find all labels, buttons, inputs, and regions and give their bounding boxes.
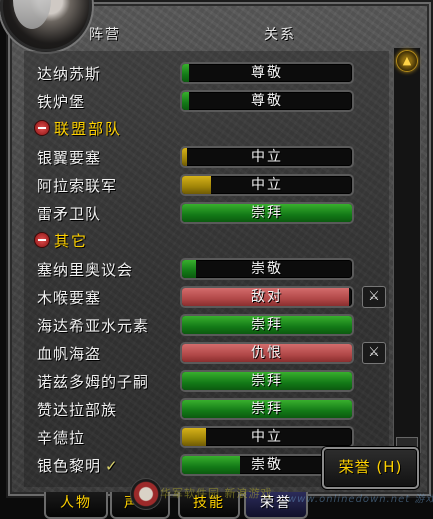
faction-name-text: 木喉要塞 (37, 289, 102, 307)
reputation-bar: 崇敬 (180, 258, 354, 280)
faction-name: 赞达拉部族 (37, 399, 117, 420)
faction-row[interactable]: 木喉要塞 敌对 (27, 284, 357, 308)
faction-row[interactable]: 诺兹多姆的子嗣 崇拜 (27, 368, 357, 392)
faction-row[interactable]: 辛德拉 中立 (27, 424, 357, 448)
faction-name: 血帆海盗 (37, 343, 101, 364)
standing-label: 中立 (251, 429, 283, 445)
at-war-swords-icon[interactable]: ⚔ (362, 342, 386, 364)
faction-row[interactable]: 阿拉索联军 中立 (27, 172, 357, 196)
faction-row[interactable]: 塞纳里奥议会 崇敬 (27, 256, 357, 280)
pet-emblem-icon (130, 478, 162, 510)
faction-name-text: 达纳苏斯 (37, 65, 102, 83)
faction-name: 辛德拉 (37, 427, 85, 448)
faction-name-text: 诺兹多姆的子嗣 (37, 373, 150, 391)
faction-name-text: 海达希亚水元素 (37, 317, 150, 335)
honor-button[interactable]: 荣誉 (H) (322, 447, 419, 489)
collapse-minus-icon[interactable] (34, 232, 50, 248)
faction-row[interactable]: 海达希亚水元素 崇拜 (27, 312, 357, 336)
portrait-hair (13, 0, 51, 29)
standing-label: 中立 (251, 177, 283, 193)
faction-column-header: 阵营 (89, 27, 121, 43)
faction-name-text: 银色黎明 (37, 457, 102, 475)
faction-row[interactable]: 血帆海盗 仇恨 (27, 340, 357, 364)
standing-label: 中立 (251, 149, 283, 165)
relation-column-header: 关系 (264, 27, 296, 43)
standing-label: 仇恨 (251, 345, 283, 361)
reputation-bar: 仇恨 (180, 342, 354, 364)
faction-name-text: 银翼要塞 (37, 149, 102, 167)
reputation-bar: 崇拜 (180, 398, 354, 420)
standing-label: 崇拜 (251, 317, 283, 333)
watermark-text: 华军软件园 新浪游戏 (160, 487, 273, 500)
reputation-bar: 中立 (180, 174, 354, 196)
collapse-minus-icon[interactable] (34, 120, 50, 136)
reputation-bar: 尊敬 (180, 90, 354, 112)
faction-name-text: 阿拉索联军 (37, 177, 118, 195)
category-header-label: 其它 (54, 232, 89, 250)
faction-row[interactable]: 银翼要塞 中立 (27, 144, 357, 168)
standing-label: 崇拜 (251, 401, 283, 417)
faction-name-text: 血帆海盗 (37, 345, 102, 363)
faction-name-text: 铁炉堡 (37, 93, 86, 111)
faction-row[interactable]: 银色黎明 ✓ 崇敬 (27, 452, 357, 476)
scrollbar[interactable] (393, 47, 421, 453)
faction-row[interactable]: 雷矛卫队 崇拜 (27, 200, 357, 224)
reputation-bar: 中立 (180, 146, 354, 168)
standing-label: 崇拜 (251, 373, 283, 389)
watched-check-icon: ✓ (105, 457, 119, 475)
faction-name: 木喉要塞 (37, 287, 101, 308)
reputation-bar: 崇拜 (180, 314, 354, 336)
scroll-up-icon[interactable]: ▲ (396, 50, 418, 72)
tab-character[interactable]: 人物 (44, 492, 108, 519)
faction-row[interactable]: 铁炉堡 尊敬 (27, 88, 357, 112)
faction-name-text: 雷矛卫队 (37, 205, 102, 223)
faction-name: 阿拉索联军 (37, 175, 117, 196)
standing-label: 尊敬 (251, 93, 283, 109)
faction-name: 铁炉堡 (37, 91, 85, 112)
faction-name: 银色黎明 ✓ (37, 455, 119, 476)
standing-label: 敌对 (251, 289, 283, 305)
standing-label: 崇敬 (251, 261, 283, 277)
faction-row[interactable]: 赞达拉部族 崇拜 (27, 396, 357, 420)
faction-name: 银翼要塞 (37, 147, 101, 168)
faction-name: 雷矛卫队 (37, 203, 101, 224)
reputation-bar: 敌对 (180, 286, 354, 308)
faction-name: 诺兹多姆的子嗣 (37, 371, 149, 392)
category-header-label: 联盟部队 (54, 120, 123, 138)
faction-name-text: 塞纳里奥议会 (37, 261, 134, 279)
standing-label: 崇拜 (251, 205, 283, 221)
reputation-bar: 崇拜 (180, 370, 354, 392)
reputation-bar: 崇拜 (180, 202, 354, 224)
standing-label: 尊敬 (251, 65, 283, 81)
faction-name-text: 赞达拉部族 (37, 401, 118, 419)
faction-name: 海达希亚水元素 (37, 315, 149, 336)
faction-row[interactable]: 达纳苏斯 尊敬 (27, 60, 357, 84)
watermark-text-2: www.onlinedown.net 游戏频道 游戏下载 (288, 494, 433, 505)
reputation-bar: 中立 (180, 426, 354, 448)
reputation-bar: 尊敬 (180, 62, 354, 84)
at-war-swords-icon[interactable]: ⚔ (362, 286, 386, 308)
faction-name-text: 辛德拉 (37, 429, 86, 447)
faction-name: 塞纳里奥议会 (37, 259, 133, 280)
faction-name: 达纳苏斯 (37, 63, 101, 84)
